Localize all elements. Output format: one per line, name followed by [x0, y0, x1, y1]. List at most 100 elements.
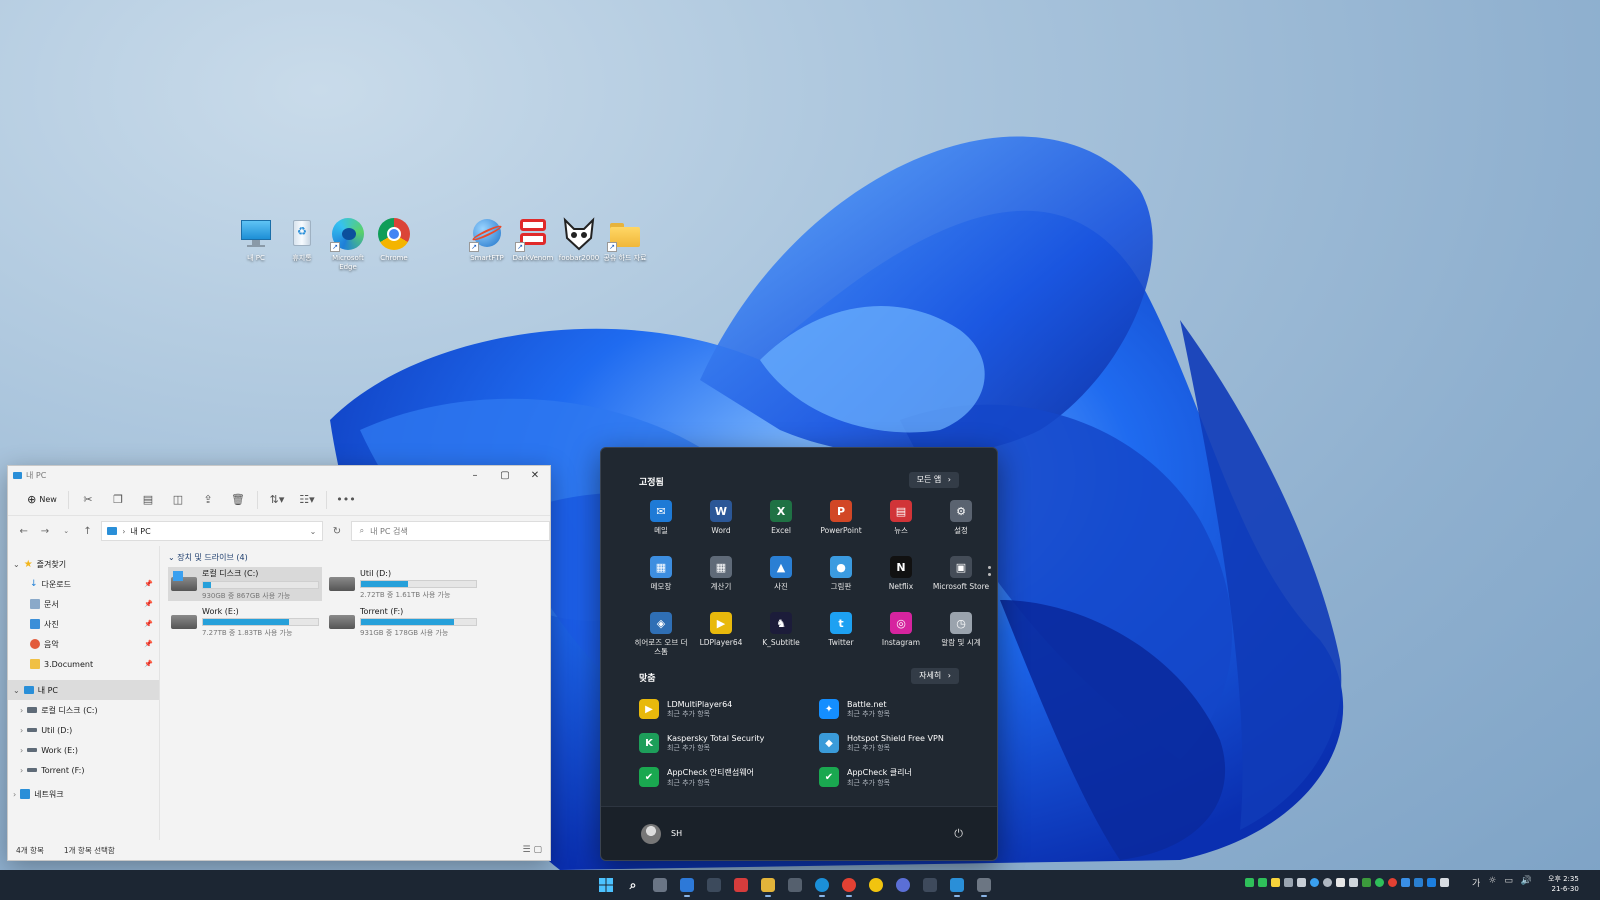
new-button[interactable]: ⊕ New: [20, 489, 64, 511]
pinned-app[interactable]: P PowerPoint: [811, 498, 871, 546]
tray-app-icon[interactable]: [1336, 878, 1345, 887]
taskbar-clock[interactable]: 오후 2:35 21-6-30: [1548, 874, 1579, 894]
copy-button[interactable]: ❐: [103, 489, 133, 511]
pinned-app[interactable]: ▲ 사진: [751, 554, 811, 602]
taskbar-app-14-button[interactable]: [945, 873, 969, 897]
recommended-item[interactable]: ✦ Battle.net 최근 추가 항목: [819, 698, 999, 720]
desktop-icon-edge[interactable]: ↗ Microsoft Edge: [325, 216, 371, 272]
desktop-icon-recycle-bin[interactable]: ♻ 휴지통: [279, 216, 325, 263]
cut-button[interactable]: ✂: [73, 489, 103, 511]
all-apps-button[interactable]: 모든 앱 ›: [908, 472, 959, 488]
ime-indicator[interactable]: 가: [1472, 876, 1480, 889]
minimize-button[interactable]: –: [460, 470, 490, 481]
pinned-app[interactable]: ◎ Instagram: [871, 610, 931, 658]
up-button[interactable]: ↑: [80, 526, 95, 537]
user-name[interactable]: SH: [671, 829, 682, 838]
tray-shield-icon[interactable]: [1245, 878, 1254, 887]
tray-app-icon[interactable]: [1362, 878, 1371, 887]
taskbar-edge-button[interactable]: [810, 873, 834, 897]
nav-item-music[interactable]: 음악 📌: [8, 634, 159, 654]
pinned-app[interactable]: ⚙ 설정: [931, 498, 991, 546]
desktop-icon-darkvenom[interactable]: ↗ DarkVenom: [510, 216, 556, 263]
nav-item-documents[interactable]: 문서 📌: [8, 594, 159, 614]
tiles-view-icon[interactable]: ▢: [533, 845, 542, 855]
search-box[interactable]: ⌕ 내 PC 검색: [350, 521, 550, 541]
taskbar-app-6-button[interactable]: [729, 873, 753, 897]
power-icon[interactable]: ⏻: [954, 827, 963, 841]
tray-chat-icon[interactable]: [1271, 878, 1280, 887]
pinned-app[interactable]: ▣ Microsoft Store: [931, 554, 991, 602]
more-options-button[interactable]: •••: [331, 489, 361, 511]
pinned-app[interactable]: ▤ 뉴스: [871, 498, 931, 546]
refresh-button[interactable]: ↻: [329, 526, 344, 537]
pinned-app[interactable]: ♞ K_Subtitle: [751, 610, 811, 658]
drive-tile-c[interactable]: 로컬 디스크 (C:) 930GB 중 867GB 사용 가능: [168, 567, 322, 601]
drive-tile-e[interactable]: Work (E:) 7.27TB 중 1.83TB 사용 가능: [168, 605, 322, 639]
explorer-titlebar[interactable]: 내 PC – ▢ ✕: [8, 466, 550, 484]
drive-tile-d[interactable]: Util (D:) 2.72TB 중 1.61TB 사용 가능: [326, 567, 480, 601]
taskbar-app-13-button[interactable]: [918, 873, 942, 897]
taskbar-app-5-button[interactable]: [702, 873, 726, 897]
tray-app-icon[interactable]: [1414, 878, 1423, 887]
taskbar-chrome-button[interactable]: [837, 873, 861, 897]
pinned-app[interactable]: ◈ 히어로즈 오브 더 스톰: [631, 610, 691, 658]
taskbar-task-view-button[interactable]: [648, 873, 672, 897]
forward-button[interactable]: →: [37, 526, 52, 537]
bluetooth-icon[interactable]: [1427, 878, 1436, 887]
tray-app-icon[interactable]: [1323, 878, 1332, 887]
pinned-app[interactable]: N Netflix: [871, 554, 931, 602]
taskbar-settings-button[interactable]: [972, 873, 996, 897]
nav-item-drive-e[interactable]: › Work (E:): [8, 740, 159, 760]
address-bar[interactable]: › 내 PC ⌄: [101, 521, 324, 541]
nav-item-3-document[interactable]: 3.Document 📌: [8, 654, 159, 674]
recommended-item[interactable]: ▶ LDMultiPlayer64 최근 추가 항목: [639, 698, 819, 720]
share-button[interactable]: ⇪: [193, 489, 223, 511]
tray-chrome-icon[interactable]: [1388, 878, 1397, 887]
taskbar-file-explorer-button[interactable]: [756, 873, 780, 897]
tray-app-icon[interactable]: [1375, 878, 1384, 887]
taskbar-start-button[interactable]: [594, 873, 618, 897]
more-recommended-button[interactable]: 자세히 ›: [911, 668, 959, 684]
recent-locations-button[interactable]: ⌄: [59, 527, 74, 535]
desktop-icon-smartftp[interactable]: ↗ SmartFTP: [464, 216, 510, 263]
rename-button[interactable]: ◫: [163, 489, 193, 511]
pinned-app[interactable]: ◷ 알람 및 시계: [931, 610, 991, 658]
recommended-item[interactable]: K Kaspersky Total Security 최근 추가 항목: [639, 732, 819, 754]
pinned-app[interactable]: ✉ 메일: [631, 498, 691, 546]
pinned-app[interactable]: X Excel: [751, 498, 811, 546]
taskbar-app-12-button[interactable]: [891, 873, 915, 897]
nav-item-drive-f[interactable]: › Torrent (F:): [8, 760, 159, 780]
back-button[interactable]: ←: [16, 526, 31, 537]
desktop-icon-this-pc[interactable]: 내 PC: [233, 216, 279, 263]
taskbar-search-button[interactable]: ⌕: [621, 873, 645, 897]
pinned-app[interactable]: ● 그림판: [811, 554, 871, 602]
pinned-app[interactable]: ▦ 계산기: [691, 554, 751, 602]
nav-item-downloads[interactable]: ↓ 다운로드 📌: [8, 574, 159, 594]
taskbar-widgets-button[interactable]: [675, 873, 699, 897]
avatar[interactable]: [641, 823, 661, 844]
nav-item-pictures[interactable]: 사진 📌: [8, 614, 159, 634]
chevron-down-icon[interactable]: ⌄: [310, 527, 317, 536]
maximize-button[interactable]: ▢: [490, 470, 520, 481]
tray-device-icon[interactable]: [1440, 878, 1449, 887]
desktop-icon-chrome[interactable]: Chrome: [371, 216, 417, 263]
nav-quick-access[interactable]: ⌄ ★ 즐겨찾기: [8, 554, 159, 574]
nav-item-drive-c[interactable]: › 로컬 디스크 (C:): [8, 700, 159, 720]
group-header[interactable]: ⌄ 장치 및 드라이브 (4): [168, 552, 542, 563]
recommended-item[interactable]: ✔ AppCheck 클리너 최근 추가 항목: [819, 766, 999, 788]
tray-app-icon[interactable]: [1401, 878, 1410, 887]
network-icon[interactable]: ▭: [1504, 876, 1513, 889]
brightness-icon[interactable]: ☼: [1488, 876, 1496, 889]
nav-item-drive-d[interactable]: › Util (D:): [8, 720, 159, 740]
pinned-app[interactable]: W Word: [691, 498, 751, 546]
tray-app-icon[interactable]: [1349, 878, 1358, 887]
pinned-app[interactable]: ▦ 메모장: [631, 554, 691, 602]
tray-check-icon[interactable]: [1258, 878, 1267, 887]
details-view-icon[interactable]: ☰: [523, 845, 531, 855]
pinned-app[interactable]: ▶ LDPlayer64: [691, 610, 751, 658]
taskbar-app-11-button[interactable]: [864, 873, 888, 897]
close-button[interactable]: ✕: [520, 470, 550, 481]
paste-button[interactable]: ▤: [133, 489, 163, 511]
delete-button[interactable]: 🗑: [223, 489, 253, 511]
tray-monitor-icon[interactable]: [1284, 878, 1293, 887]
